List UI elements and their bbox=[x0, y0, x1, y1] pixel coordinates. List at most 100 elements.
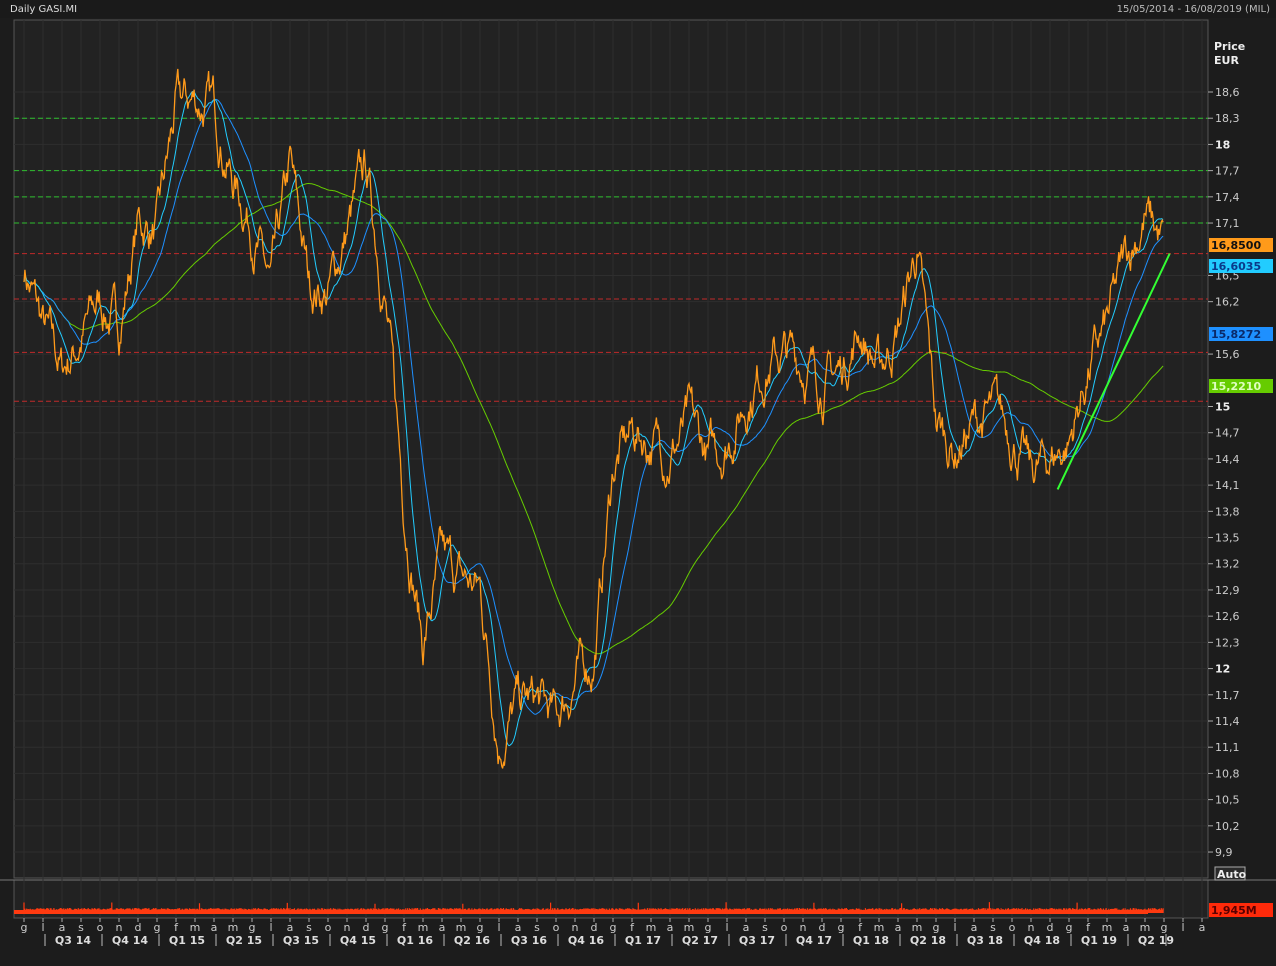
y-tick-label: 18 bbox=[1215, 138, 1230, 151]
y-tick-label: 10,2 bbox=[1215, 820, 1240, 833]
month-label: m bbox=[874, 921, 885, 934]
month-label: a bbox=[743, 921, 750, 934]
quarter-label: Q1 16 bbox=[397, 934, 433, 947]
month-label: l bbox=[725, 921, 728, 934]
month-label: a bbox=[439, 921, 446, 934]
y-tick-label: 13,2 bbox=[1215, 558, 1240, 571]
ma-short-value-tag: 16,6035 bbox=[1211, 260, 1261, 273]
price-chart[interactable]: 18,618,31817,717,417,116,516,215,61514,7… bbox=[0, 0, 1276, 966]
month-label: m bbox=[228, 921, 239, 934]
month-label: a bbox=[211, 921, 218, 934]
month-label: m bbox=[1102, 921, 1113, 934]
month-label: a bbox=[667, 921, 674, 934]
quarter-label: Q2 16 bbox=[454, 934, 490, 947]
quarter-label: Q4 15 bbox=[340, 934, 376, 947]
quarter-label: Q3 15 bbox=[283, 934, 319, 947]
month-label: n bbox=[1028, 921, 1035, 934]
month-label: m bbox=[646, 921, 657, 934]
y-tick-label: 15,6 bbox=[1215, 348, 1240, 361]
month-label: g bbox=[477, 921, 484, 934]
y-tick-label: 12 bbox=[1215, 663, 1230, 676]
y-tick-label: 13,8 bbox=[1215, 505, 1240, 518]
month-label: s bbox=[762, 921, 768, 934]
month-label: g bbox=[933, 921, 940, 934]
month-label: f bbox=[174, 921, 179, 934]
month-label: a bbox=[1199, 921, 1206, 934]
month-label: m bbox=[912, 921, 923, 934]
y-tick-label: 13,5 bbox=[1215, 532, 1240, 545]
quarter-label: Q1 19 bbox=[1081, 934, 1117, 947]
volume-base bbox=[14, 910, 1148, 914]
quarter-label: Q1 18 bbox=[853, 934, 889, 947]
quarter-label: Q1 17 bbox=[625, 934, 661, 947]
month-label: m bbox=[456, 921, 467, 934]
quarter-label: Q3 18 bbox=[967, 934, 1003, 947]
month-label: s bbox=[534, 921, 540, 934]
auto-scale-label: Auto bbox=[1217, 868, 1247, 881]
month-label: n bbox=[344, 921, 351, 934]
month-label: a bbox=[287, 921, 294, 934]
y-tick-label: 10,8 bbox=[1215, 767, 1240, 780]
quarter-label: Q3 17 bbox=[739, 934, 775, 947]
quarter-label: Q2 19 bbox=[1138, 934, 1174, 947]
quarter-label: Q2 18 bbox=[910, 934, 946, 947]
ma-long-value-tag: 15,2210 bbox=[1211, 380, 1261, 393]
month-label: a bbox=[515, 921, 522, 934]
month-label: n bbox=[800, 921, 807, 934]
quarter-label: Q4 14 bbox=[112, 934, 148, 947]
month-label: d bbox=[1047, 921, 1054, 934]
y-tick-label: 9,9 bbox=[1215, 846, 1233, 859]
y-tick-label: 11,7 bbox=[1215, 689, 1240, 702]
volume-value-tag: 1,945M bbox=[1211, 904, 1257, 917]
month-label: g bbox=[1161, 921, 1168, 934]
y-tick-label: 17,1 bbox=[1215, 217, 1240, 230]
month-label: g bbox=[382, 921, 389, 934]
y-tick-label: 12,3 bbox=[1215, 636, 1240, 649]
month-label: f bbox=[1086, 921, 1091, 934]
y-tick-label: 17,7 bbox=[1215, 165, 1240, 178]
month-label: s bbox=[990, 921, 996, 934]
y-tick-label: 16,2 bbox=[1215, 296, 1240, 309]
y-tick-label: 12,6 bbox=[1215, 610, 1240, 623]
month-label: l bbox=[41, 921, 44, 934]
month-label: f bbox=[630, 921, 635, 934]
y-tick-label: 10,5 bbox=[1215, 794, 1240, 807]
month-label: d bbox=[135, 921, 142, 934]
month-label: o bbox=[781, 921, 788, 934]
month-label: g bbox=[21, 921, 28, 934]
y-tick-label: 12,9 bbox=[1215, 584, 1240, 597]
ma-medium-value-tag: 15,8272 bbox=[1211, 328, 1261, 341]
month-label: a bbox=[1123, 921, 1130, 934]
month-label: g bbox=[249, 921, 256, 934]
y-tick-label: 17,4 bbox=[1215, 191, 1240, 204]
y-tick-label: 14,7 bbox=[1215, 427, 1240, 440]
quarter-label: Q3 14 bbox=[55, 934, 91, 947]
month-label: g bbox=[705, 921, 712, 934]
month-label: m bbox=[1140, 921, 1151, 934]
month-label: a bbox=[59, 921, 66, 934]
month-label: m bbox=[190, 921, 201, 934]
quarter-label: Q3 16 bbox=[511, 934, 547, 947]
month-label: f bbox=[858, 921, 863, 934]
auto-scale-button[interactable]: Auto bbox=[1214, 866, 1247, 881]
month-label: d bbox=[591, 921, 598, 934]
y-tick-label: 15 bbox=[1215, 400, 1230, 413]
month-label: a bbox=[971, 921, 978, 934]
month-label: o bbox=[325, 921, 332, 934]
quarter-label: Q4 17 bbox=[796, 934, 832, 947]
month-label: l bbox=[1181, 921, 1184, 934]
quarter-label: Q2 17 bbox=[682, 934, 718, 947]
month-label: d bbox=[819, 921, 826, 934]
quarter-label: Q1 15 bbox=[169, 934, 205, 947]
quarter-label: Q4 16 bbox=[568, 934, 604, 947]
month-label: a bbox=[895, 921, 902, 934]
month-label: m bbox=[684, 921, 695, 934]
quarter-label: Q2 15 bbox=[226, 934, 262, 947]
month-label: g bbox=[838, 921, 845, 934]
y-tick-label: 11,1 bbox=[1215, 741, 1240, 754]
month-label: l bbox=[953, 921, 956, 934]
y-tick-label: 11,4 bbox=[1215, 715, 1240, 728]
month-label: l bbox=[269, 921, 272, 934]
month-label: s bbox=[306, 921, 312, 934]
month-label: l bbox=[497, 921, 500, 934]
